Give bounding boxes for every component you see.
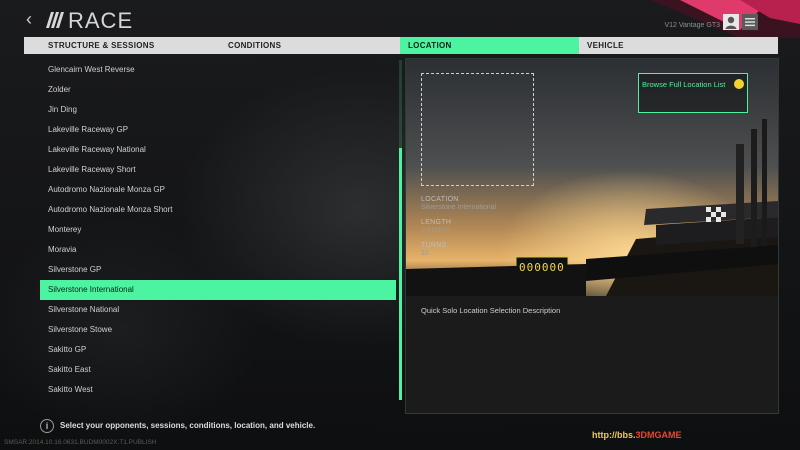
location-key: LOCATION	[421, 196, 459, 203]
back-chevron-icon[interactable]: ‹	[26, 10, 40, 28]
list-item[interactable]: Autodromo Nazionale Monza Short	[40, 200, 396, 220]
watermark: http://bbs.3DMGAME	[592, 430, 682, 440]
list-item[interactable]: Silverstone GP	[40, 260, 396, 280]
list-item[interactable]: Lakeville Raceway National	[40, 140, 396, 160]
list-item[interactable]: Glencairn West Reverse	[40, 60, 396, 80]
profile-icon[interactable]	[723, 14, 739, 30]
watermark-url: http://bbs.	[592, 430, 636, 440]
list-item[interactable]: Silverstone National	[40, 300, 396, 320]
location-description: Quick Solo Location Selection Descriptio…	[421, 306, 561, 315]
list-scrollbar-thumb[interactable]	[399, 148, 402, 400]
list-item[interactable]: Lakeville Raceway Short	[40, 160, 396, 180]
list-item[interactable]: Lakeville Raceway GP	[40, 120, 396, 140]
tab-location[interactable]: LOCATION	[400, 37, 579, 54]
car-label: V12 Vantage GT3	[664, 22, 720, 29]
turns-key: TURNS	[421, 242, 447, 249]
menu-icon[interactable]	[742, 14, 758, 30]
location-list: Glencairn West Reverse Zolder Jin Ding L…	[40, 60, 396, 400]
browse-full-list-label: Browse Full Location List	[642, 80, 726, 89]
list-item[interactable]: Sakitto East	[40, 360, 396, 380]
list-item[interactable]: Silverstone Stowe	[40, 320, 396, 340]
tab-bar: STRUCTURE & SESSIONS CONDITIONS LOCATION…	[24, 37, 778, 54]
length-key: LENGTH	[421, 219, 452, 226]
list-item[interactable]: Sakitto GP	[40, 340, 396, 360]
tab-structure-sessions[interactable]: STRUCTURE & SESSIONS	[40, 37, 226, 54]
timing-board-readout: 000000	[519, 261, 565, 274]
track-map-placeholder	[421, 73, 534, 186]
tab-conditions[interactable]: CONDITIONS	[220, 37, 400, 54]
list-item[interactable]: Jin Ding	[40, 100, 396, 120]
header-decoration	[650, 0, 800, 38]
description-area: Quick Solo Location Selection Descriptio…	[406, 296, 778, 413]
list-item-selected[interactable]: Silverstone International	[40, 280, 396, 300]
tab-vehicle[interactable]: VEHICLE	[579, 37, 778, 54]
turns-value: 10	[421, 250, 429, 257]
header: ‹ RACE V12 Vantage GT3	[0, 0, 800, 38]
length-value: 3.619KM	[421, 227, 450, 234]
build-string: SMSAR.2014.10.16.0631.BUDM0002X.T1.PUBLI…	[4, 439, 157, 446]
page-title: RACE	[68, 8, 134, 33]
list-item[interactable]: Moravia	[40, 240, 396, 260]
yellow-button-prompt-icon	[734, 79, 744, 89]
browse-full-list-button[interactable]: Browse Full Location List	[638, 73, 748, 113]
location-value: Silverstone International	[421, 204, 497, 211]
stripes-logo-icon	[46, 12, 64, 28]
info-icon: i	[40, 419, 54, 433]
list-item[interactable]: Monterey	[40, 220, 396, 240]
list-item[interactable]: Autodromo Nazionale Monza GP	[40, 180, 396, 200]
watermark-brand: 3DMGAME	[635, 430, 682, 440]
footer-hint: Select your opponents, sessions, conditi…	[60, 421, 316, 430]
list-item[interactable]: Zolder	[40, 80, 396, 100]
list-item[interactable]: Sakitto West	[40, 380, 396, 400]
